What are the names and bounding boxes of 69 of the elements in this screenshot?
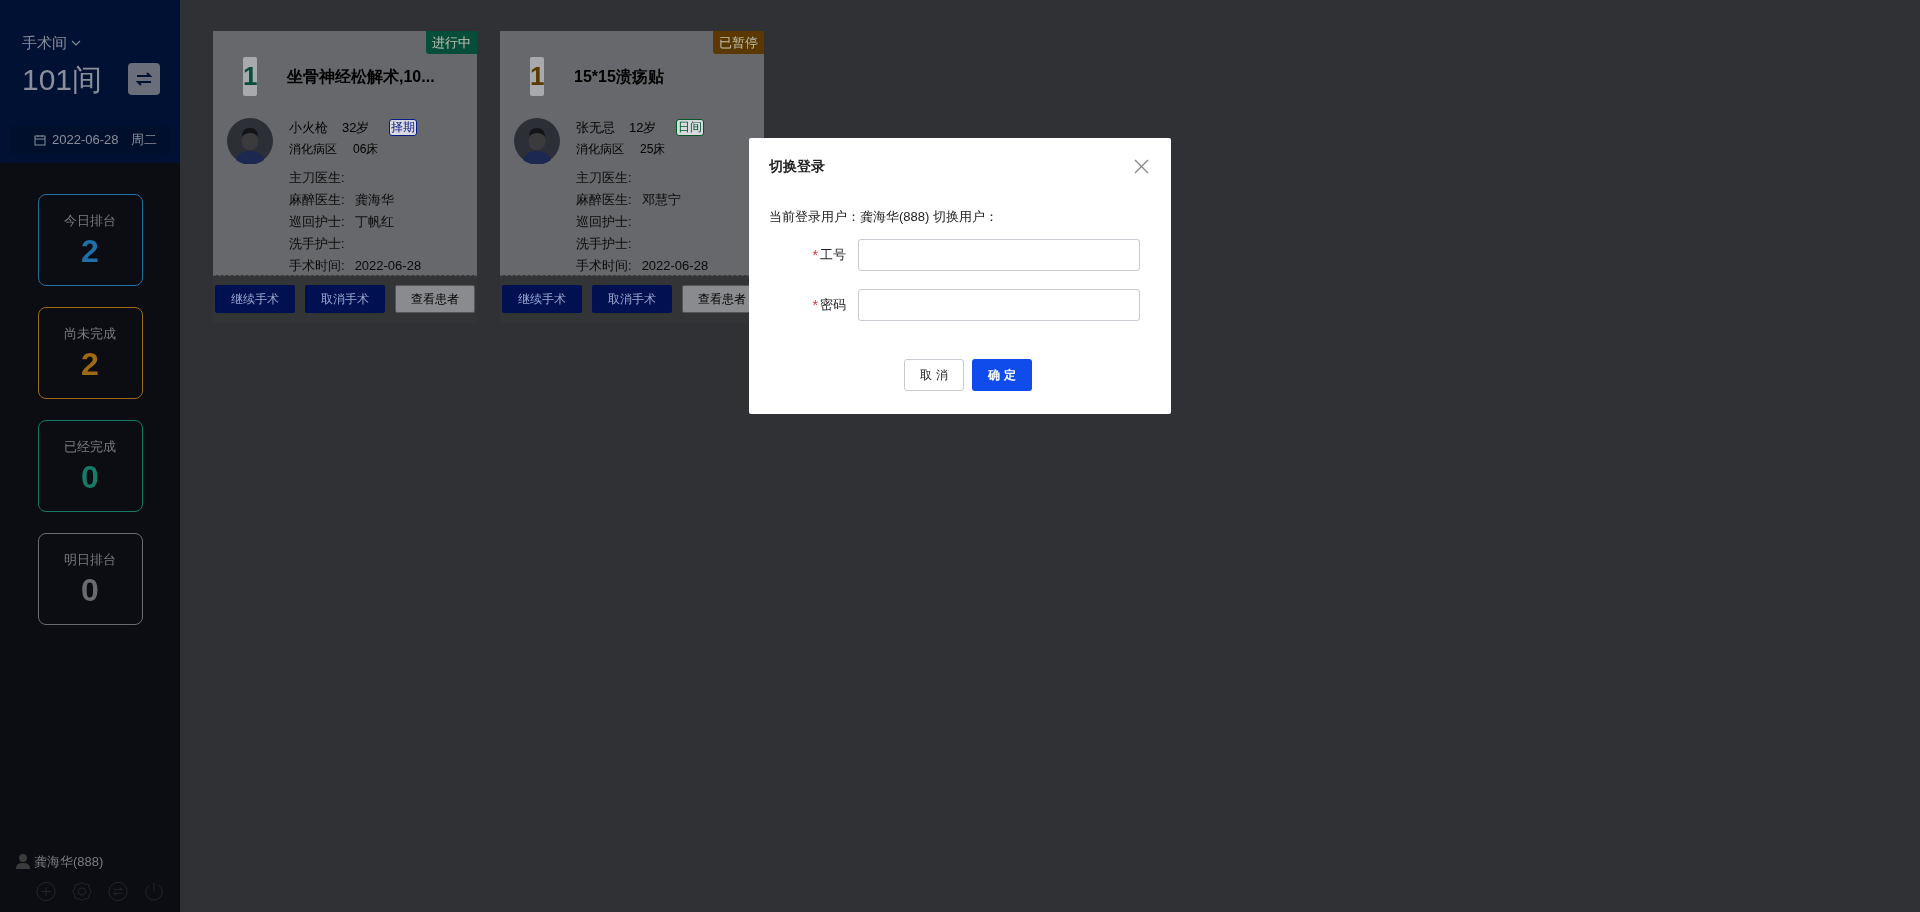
- field-label: 麻醉医生:: [289, 190, 345, 209]
- close-icon[interactable]: [1134, 159, 1149, 174]
- field-label: 巡回护士:: [576, 212, 632, 231]
- field-label: 巡回护士:: [289, 212, 345, 231]
- input-field[interactable]: [858, 238, 1140, 271]
- field-value: 龚海华: [354, 190, 394, 209]
- avatar-icon: [227, 118, 273, 164]
- room-label: 手术间: [22, 33, 67, 53]
- field-label: 麻醉医生:: [576, 190, 632, 209]
- field-value: 邓慧宁: [641, 190, 681, 209]
- dialog-button[interactable]: 确 定: [972, 358, 1032, 391]
- card-button[interactable]: 继续手术: [215, 284, 295, 313]
- add-icon[interactable]: [36, 881, 56, 902]
- field-label: 洗手护士:: [289, 234, 345, 253]
- card-button[interactable]: 继续手术: [502, 284, 582, 313]
- card-title: 坐骨神经松解术,10...: [287, 66, 435, 87]
- stat-label: 今日排台: [64, 212, 116, 230]
- card-number: 1: [243, 57, 257, 96]
- card-number: 1: [530, 57, 544, 96]
- calendar-icon: [34, 133, 46, 146]
- stat-label: 已经完成: [64, 438, 116, 456]
- card-title: 15*15溃疡贴: [574, 66, 664, 87]
- patient-tag: 日间: [676, 119, 705, 137]
- chevron-down-icon[interactable]: [71, 39, 81, 48]
- patient-name: 小火枪: [289, 119, 328, 137]
- status-badge: 已暂停: [713, 31, 764, 54]
- user-icon: [16, 853, 30, 870]
- stat-value: 2: [81, 231, 99, 271]
- field-label: 工号: [820, 245, 846, 264]
- field-label: 密码: [820, 295, 846, 314]
- field-value: 2022-06-28: [641, 256, 709, 275]
- field-label: 手术时间:: [576, 256, 632, 275]
- patient-age: 32岁: [342, 119, 370, 137]
- stat-label: 尚未完成: [64, 325, 116, 343]
- swap-icon[interactable]: [108, 881, 128, 902]
- patient-name: 张无忌: [576, 119, 615, 137]
- card-button[interactable]: 查看患者: [395, 284, 475, 313]
- ward-text: 消化病区: [289, 140, 337, 158]
- input-field[interactable]: [858, 288, 1140, 321]
- patient-tag: 择期: [389, 119, 418, 137]
- dialog-title: 切换登录: [769, 157, 825, 176]
- card-button[interactable]: 取消手术: [592, 284, 672, 313]
- stat-value: 0: [81, 457, 99, 497]
- card-button[interactable]: 取消手术: [305, 284, 385, 313]
- bed-text: 06床: [353, 140, 379, 158]
- avatar-icon: [514, 118, 560, 164]
- stat-value: 2: [81, 344, 99, 384]
- stat-label: 明日排台: [64, 551, 116, 569]
- swap-icon: [135, 71, 154, 87]
- field-label: 主刀医生:: [289, 168, 345, 187]
- dialog-button[interactable]: 取 消: [904, 358, 964, 391]
- stat-value: 0: [81, 570, 99, 610]
- bed-text: 25床: [640, 140, 666, 158]
- room-name: 101间: [22, 61, 103, 98]
- dialog-info: 当前登录用户：龚海华(888) 切换用户：: [768, 208, 999, 226]
- ward-text: 消化病区: [576, 140, 624, 158]
- field-value: 丁帆红: [354, 212, 394, 231]
- status-badge: 进行中: [426, 31, 477, 54]
- required-mark: *: [812, 247, 818, 262]
- field-label: 洗手护士:: [576, 234, 632, 253]
- patient-age: 12岁: [629, 119, 657, 137]
- weekday-text: 周二: [130, 130, 157, 149]
- date-text: 2022-06-28: [52, 130, 119, 149]
- field-value: 2022-06-28: [354, 256, 422, 275]
- user-name: 龚海华(888): [34, 852, 104, 871]
- field-label: 手术时间:: [289, 256, 345, 275]
- switch-button[interactable]: [128, 63, 161, 95]
- required-mark: *: [812, 297, 818, 312]
- field-label: 主刀医生:: [576, 168, 632, 187]
